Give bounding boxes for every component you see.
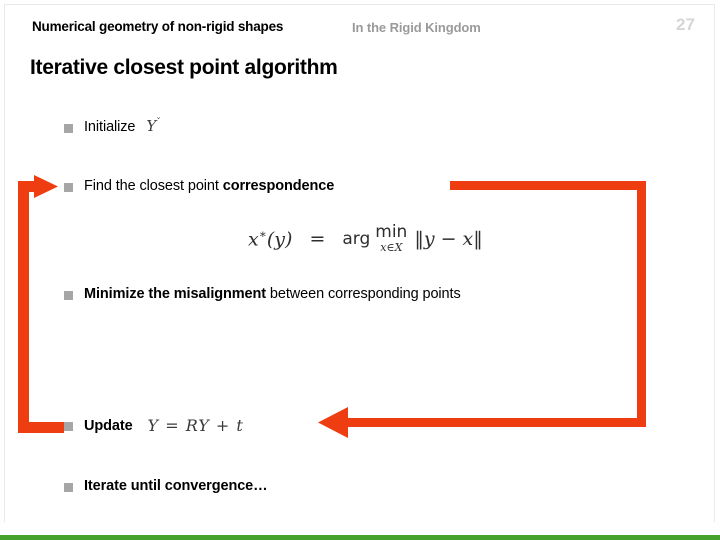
square-bullet-icon [64, 422, 73, 431]
bottom-bar-green-accent [0, 535, 720, 540]
bullet-label-find: Find the closest point correspondence [84, 178, 334, 194]
math-variable-y: Y [146, 117, 157, 135]
equation-sub-element-of: ∈ [386, 241, 395, 254]
bullet-label-minimize: Minimize the misalignment between corres… [84, 286, 461, 302]
bullet-item-update: Update Y = RY + t [64, 416, 244, 435]
slide-bottom-bar [0, 522, 720, 540]
equation-lhs-star: ∗ [258, 226, 267, 241]
bullet-label-find-bold: correspondence [222, 178, 335, 194]
slide-frame-border [4, 4, 715, 535]
square-bullet-icon [64, 290, 73, 300]
bullet-item-find-correspondence: Find the closest point correspondence [64, 178, 334, 194]
equation-equals-sign: = [309, 227, 326, 250]
bullet-item-minimize-misalignment: Minimize the misalignment between corres… [64, 286, 461, 302]
bullet-label-iterate: Iterate until convergence… [84, 478, 268, 494]
feedback-loop-arrows [18, 175, 646, 438]
header-course-title: Numerical geometry of non-rigid shapes [32, 19, 284, 34]
equation-lhs: x∗(y) [248, 227, 292, 250]
equation-min-label: min [375, 222, 408, 242]
bullet-label-find-normal: Find the closest point [84, 178, 223, 194]
bullet-label-initialize: Initialize [84, 119, 136, 135]
bullet-label-minimize-bold: Minimize the misalignment [84, 286, 266, 302]
equation-sub-set: X [394, 241, 403, 254]
equation-norm-expression: ‖y − x‖ [414, 228, 482, 250]
square-bullet-icon [64, 482, 73, 492]
math-check-accent: ˇ [156, 118, 161, 128]
slide-title: Iterative closest point algorithm [30, 56, 338, 79]
equation-lhs-var: x [248, 228, 259, 251]
header-section-subtitle: In the Rigid Kingdom [352, 20, 481, 35]
bullet-item-iterate: Iterate until convergence… [64, 478, 268, 494]
bullet-label-minimize-normal: between corresponding points [266, 286, 461, 302]
equation-norm-open: ‖ [414, 227, 424, 250]
equation-lhs-arg: (y) [266, 228, 293, 251]
square-bullet-icon [64, 182, 73, 192]
bullet-label-update: Update [84, 417, 133, 434]
bullet-item-initialize: Initialize Yˇ [64, 117, 161, 136]
math-update-equation: Y = RY + t [147, 416, 244, 435]
slide-header: Numerical geometry of non-rigid shapes I… [0, 0, 720, 50]
equation-closest-point: x∗(y) = arg min x∈X ‖y − x‖ [248, 222, 483, 254]
math-initialize-variable: Yˇ [146, 117, 160, 135]
equation-norm-close: ‖ [473, 227, 483, 250]
equation-min-subscript: x∈X [380, 242, 402, 253]
equation-min-operator: min x∈X [375, 222, 408, 254]
equation-norm-body: y − x [423, 227, 474, 250]
square-bullet-icon [64, 123, 73, 133]
slide-canvas: Numerical geometry of non-rigid shapes I… [0, 0, 720, 540]
equation-arg-operator: arg [342, 228, 371, 249]
slide-page-number: 27 [676, 15, 695, 34]
